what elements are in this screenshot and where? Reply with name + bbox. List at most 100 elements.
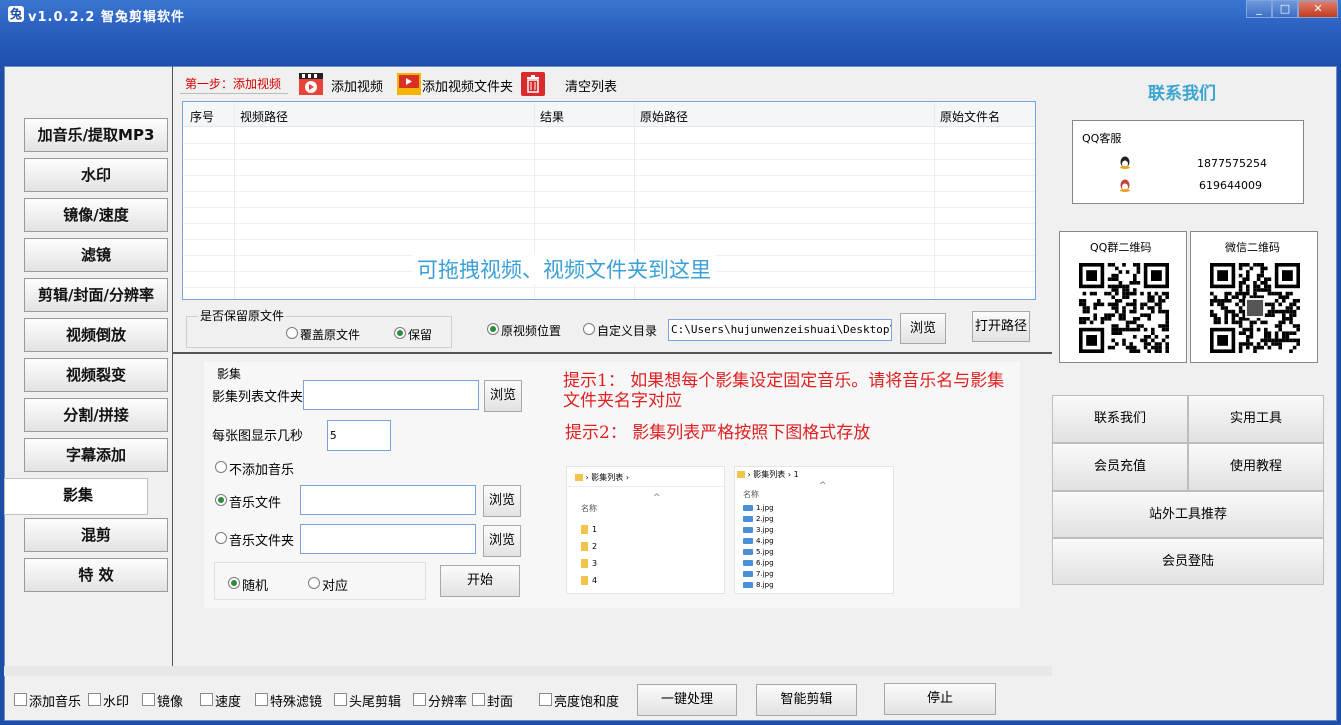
utility-tools-button[interactable]: 实用工具 [1188, 395, 1324, 443]
match-label[interactable]: 对应 [322, 575, 348, 594]
feature-checkbox-label[interactable]: 速度 [215, 691, 241, 710]
trash-icon[interactable] [521, 72, 545, 99]
member-recharge-button[interactable]: 会员充值 [1052, 443, 1188, 491]
nav-item-8[interactable]: 字幕添加 [24, 438, 168, 472]
album-group-label: 影集 [217, 367, 242, 381]
music-folder-field[interactable] [300, 524, 476, 554]
folder-icon [581, 576, 588, 585]
music-file-label[interactable]: 音乐文件 [229, 492, 281, 511]
feature-checkbox-label[interactable]: 水印 [103, 691, 129, 710]
image-file-icon [743, 582, 753, 588]
seconds-per-image-field[interactable]: 5 [327, 420, 391, 451]
minimize-button[interactable]: _ [1246, 0, 1272, 18]
image-file-icon [743, 527, 753, 533]
folder-icon [581, 525, 588, 534]
name-header: 名称 [743, 490, 759, 499]
browse-music-folder-button[interactable]: 浏览 [483, 525, 521, 557]
image-file-item: 3.jpg [743, 526, 774, 534]
original-location-label[interactable]: 原视频位置 [501, 322, 561, 339]
image-file-item: 5.jpg [743, 548, 774, 556]
add-video-icon[interactable] [298, 72, 324, 99]
feature-checkbox-label[interactable]: 特殊滤镜 [270, 691, 322, 710]
seconds-per-image-label: 每张图显示几秒 [212, 429, 304, 444]
keep-radio[interactable] [394, 327, 406, 339]
nav-item-9[interactable]: 影集 [4, 478, 148, 515]
browse-album-folder-button[interactable]: 浏览 [484, 380, 522, 412]
feature-checkbox[interactable] [142, 693, 155, 706]
add-folder-button[interactable]: 添加视频文件夹 [422, 76, 513, 95]
feature-checkbox-label[interactable]: 添加音乐 [29, 691, 81, 710]
qq-number-1[interactable]: 1877575254 [1197, 157, 1267, 170]
match-radio[interactable] [308, 577, 320, 589]
qq-service-label: QQ客服 [1082, 132, 1122, 145]
maximize-button[interactable]: □ [1272, 0, 1298, 18]
start-button[interactable]: 开始 [440, 565, 520, 597]
nav-item-11[interactable]: 特 效 [24, 558, 168, 592]
nav-item-10[interactable]: 混剪 [24, 518, 168, 552]
stop-button[interactable]: 停止 [884, 683, 996, 715]
music-file-radio[interactable] [215, 494, 227, 506]
nav-item-4[interactable]: 剪辑/封面/分辨率 [24, 278, 168, 312]
feature-checkbox-label[interactable]: 头尾剪辑 [349, 691, 401, 710]
feature-checkbox[interactable] [472, 693, 485, 706]
close-button[interactable]: ✕ [1298, 0, 1338, 18]
table-header [183, 102, 1035, 127]
keep-label[interactable]: 保留 [408, 326, 432, 343]
sort-icon: ^ [653, 493, 661, 503]
video-table[interactable]: 序号 视频路径 结果 原始路径 原始文件名 可拖拽视频、视频文件夹到这里 [182, 101, 1036, 300]
music-file-field[interactable] [300, 485, 476, 515]
feature-checkbox-label[interactable]: 镜像 [157, 691, 183, 710]
open-path-button[interactable]: 打开路径 [972, 311, 1030, 342]
nav-item-6[interactable]: 视频裂变 [24, 358, 168, 392]
feature-checkbox-label[interactable]: 封面 [487, 691, 513, 710]
col-divider [234, 102, 235, 299]
qq-number-2[interactable]: 619644009 [1199, 179, 1262, 192]
add-video-button[interactable]: 添加视频 [331, 76, 383, 95]
contact-us-button[interactable]: 联系我们 [1052, 395, 1188, 443]
feature-checkbox[interactable] [14, 693, 27, 706]
nav-item-3[interactable]: 滤镜 [24, 238, 168, 272]
smart-edit-button[interactable]: 智能剪辑 [756, 684, 857, 716]
feature-checkbox[interactable] [255, 693, 268, 706]
feature-checkbox-label[interactable]: 亮度饱和度 [554, 691, 619, 710]
one-click-process-button[interactable]: 一键处理 [637, 684, 737, 716]
overwrite-radio[interactable] [286, 327, 298, 339]
add-folder-icon[interactable] [396, 72, 422, 99]
feature-checkbox[interactable] [88, 693, 101, 706]
random-label[interactable]: 随机 [242, 575, 268, 594]
original-location-radio[interactable] [487, 323, 499, 335]
feature-checkbox[interactable] [539, 693, 552, 706]
nav-item-7[interactable]: 分割/拼接 [24, 398, 168, 432]
row-line [183, 239, 1035, 240]
feature-checkbox-label[interactable]: 分辨率 [428, 691, 467, 710]
feature-checkbox[interactable] [200, 693, 213, 706]
output-path-field[interactable]: C:\Users\hujunwenzeishuai\Desktop\ztj [668, 319, 892, 341]
nav-item-0[interactable]: 加音乐/提取MP3 [24, 118, 168, 152]
name-header: 名称 [581, 504, 597, 513]
external-tools-button[interactable]: 站外工具推荐 [1052, 491, 1324, 538]
music-folder-label[interactable]: 音乐文件夹 [229, 530, 294, 549]
no-music-radio[interactable] [215, 461, 227, 473]
overwrite-label[interactable]: 覆盖原文件 [300, 326, 360, 343]
custom-dir-label[interactable]: 自定义目录 [597, 322, 657, 339]
feature-checkbox[interactable] [334, 693, 347, 706]
example-explorer-left: › 影集列表 › 名称 ^ 1 2 3 4 [566, 466, 725, 594]
feature-checkbox[interactable] [413, 693, 426, 706]
nav-item-1[interactable]: 水印 [24, 158, 168, 192]
browse-music-file-button[interactable]: 浏览 [483, 485, 521, 517]
album-list-folder-field[interactable] [303, 380, 479, 410]
no-music-label[interactable]: 不添加音乐 [229, 459, 294, 478]
tutorial-button[interactable]: 使用教程 [1188, 443, 1324, 491]
image-file-item: 1.jpg [743, 504, 774, 512]
custom-dir-radio[interactable] [583, 323, 595, 335]
nav-item-5[interactable]: 视频倒放 [24, 318, 168, 352]
clear-list-button[interactable]: 清空列表 [565, 76, 617, 95]
nav-item-2[interactable]: 镜像/速度 [24, 198, 168, 232]
member-login-button[interactable]: 会员登陆 [1052, 538, 1324, 585]
music-folder-radio[interactable] [215, 532, 227, 544]
image-file-icon [743, 516, 753, 522]
folder-item: 4 [581, 576, 597, 585]
random-radio[interactable] [228, 577, 240, 589]
browse-output-button[interactable]: 浏览 [900, 313, 946, 344]
image-file-item: 4.jpg [743, 537, 774, 545]
